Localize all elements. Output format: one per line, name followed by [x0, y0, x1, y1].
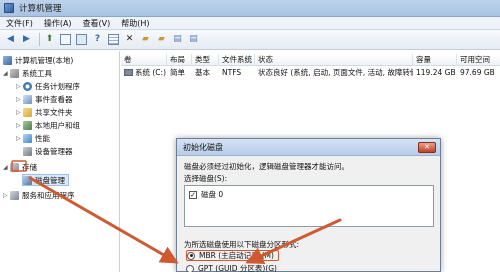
menu-bar: 文件(F) 操作(A) 查看(V) 帮助(H) — [0, 17, 500, 30]
column-header-type[interactable]: 类型 — [192, 54, 219, 66]
computer-icon — [3, 55, 12, 65]
initialize-disk-dialog: 初始化磁盘 ✕ 磁盘必须经过初始化，逻辑磁盘管理器才能访问。 选择磁盘(S): … — [176, 138, 441, 272]
folder-icon — [23, 107, 32, 117]
expand-triangle-icon[interactable]: ▷ — [16, 122, 23, 129]
disk-item-label: 磁盘 0 — [201, 190, 224, 199]
cell-type: 基本 — [195, 68, 210, 77]
open-icon[interactable]: ▰ — [139, 33, 152, 46]
tree-label: 设备管理器 — [35, 146, 73, 156]
event-log-icon — [23, 94, 32, 104]
expand-triangle-icon[interactable]: ▷ — [3, 192, 10, 199]
tools-icon — [10, 68, 19, 78]
toolbar: ◀ ▶ ⬆ ? ✕ ▰ ▰ ▤ ▤ — [0, 30, 500, 50]
menu-view[interactable]: 查看(V) — [83, 18, 111, 29]
tree-item-root[interactable]: 计算机管理(本地) — [3, 54, 73, 66]
gpt-radio[interactable] — [186, 264, 194, 272]
window-title: 计算机管理 — [19, 4, 62, 14]
tree-item-device-manager[interactable]: 设备管理器 — [23, 145, 73, 157]
show-hide-tree-icon[interactable] — [59, 33, 72, 46]
tree-item-performance[interactable]: ▷ 性能 — [16, 132, 50, 144]
tree-item-shared-folders[interactable]: ▷ 共享文件夹 — [16, 106, 73, 118]
collapse-triangle-icon[interactable]: ◢ — [3, 164, 10, 171]
partition-style-label: 为所选磁盘使用以下磁盘分区形式: — [184, 240, 300, 249]
tree-label: 存储 — [22, 162, 37, 172]
volume-icon — [124, 69, 133, 76]
collapse-triangle-icon[interactable]: ◢ — [3, 70, 10, 77]
tree-item-task-scheduler[interactable]: ▷ 任务计划程序 — [16, 80, 80, 92]
select-disk-label: 选择磁盘(S): — [184, 174, 228, 183]
dialog-message: 磁盘必须经过初始化，逻辑磁盘管理器才能访问。 — [184, 162, 349, 171]
column-header-filesystem[interactable]: 文件系统 — [219, 54, 255, 66]
tree-label: 任务计划程序 — [35, 81, 80, 91]
refresh-icon[interactable]: ▤ — [171, 33, 184, 46]
gpt-option[interactable]: GPT (GUID 分区表)(G) — [186, 263, 277, 272]
column-header-status[interactable]: 状态 — [255, 54, 413, 66]
new-icon[interactable]: ▰ — [155, 33, 168, 46]
expand-triangle-icon[interactable]: ▷ — [16, 135, 23, 142]
cell-free-space: 97.69 GB — [460, 68, 495, 77]
tree-item-event-viewer[interactable]: ▷ 事件查看器 — [16, 93, 73, 105]
cell-layout: 简单 — [170, 68, 185, 77]
mbr-radio[interactable] — [187, 251, 195, 260]
disk-icon — [23, 175, 32, 185]
dialog-title-bar: 初始化磁盘 — [177, 139, 440, 156]
expand-triangle-icon[interactable]: ▷ — [16, 109, 23, 116]
mbr-label: MBR (主启动记录)(M) — [199, 251, 274, 260]
expand-triangle-icon[interactable]: ▷ — [16, 96, 23, 103]
column-header-volume[interactable]: 卷 — [121, 54, 167, 66]
up-icon[interactable]: ⬆ — [43, 33, 56, 46]
table-row[interactable]: 系统 (C:) 简单 基本 NTFS 状态良好 (系统, 启动, 页面文件, 活… — [121, 67, 500, 79]
menu-action[interactable]: 操作(A) — [44, 18, 72, 29]
mbr-option[interactable]: MBR (主启动记录)(M) — [186, 250, 279, 261]
tree-label: 共享文件夹 — [35, 107, 73, 117]
tree-item-disk-management[interactable]: 磁盘管理 — [22, 174, 69, 186]
tree-item-storage[interactable]: ◢ 存储 — [3, 161, 37, 173]
tree-item-local-users[interactable]: ▷ 本地用户和组 — [16, 119, 80, 131]
tree-label: 计算机管理(本地) — [15, 55, 74, 65]
services-icon — [10, 190, 19, 200]
column-header-capacity[interactable]: 容量 — [413, 54, 457, 66]
tree-label: 性能 — [35, 133, 50, 143]
list-item[interactable]: ✓ 磁盘 0 — [189, 189, 223, 200]
cell-status: 状态良好 (系统, 启动, 页面文件, 活动, 故障转储, 主分区) — [258, 68, 413, 77]
tree-label: 本地用户和组 — [35, 120, 80, 130]
export-icon[interactable]: ▤ — [187, 33, 200, 46]
cell-capacity: 119.24 GB — [416, 68, 456, 77]
help-icon[interactable]: ? — [91, 33, 104, 46]
cell-volume: 系统 (C:) — [121, 67, 167, 79]
grid-icon[interactable] — [107, 33, 120, 46]
close-button[interactable]: ✕ — [418, 142, 436, 153]
menu-help[interactable]: 帮助(H) — [121, 18, 149, 29]
toolbar-separator — [39, 33, 40, 46]
tree-item-services[interactable]: ▷ 服务和应用程序 — [3, 189, 75, 201]
properties-icon[interactable] — [75, 33, 88, 46]
title-bar: 计算机管理 — [0, 0, 500, 17]
gpt-label: GPT (GUID 分区表)(G) — [198, 264, 277, 272]
cell-filesystem: NTFS — [222, 68, 242, 77]
forward-icon[interactable]: ▶ — [20, 33, 33, 46]
tree-item-system-tools[interactable]: ◢ 系统工具 — [3, 67, 52, 79]
back-icon[interactable]: ◀ — [4, 33, 17, 46]
menu-file[interactable]: 文件(F) — [6, 18, 33, 29]
navigation-tree: 计算机管理(本地) ◢ 系统工具 ▷ 任务计划程序 ▷ 事件查看器 ▷ 共享文件… — [0, 51, 120, 272]
column-header-free-space[interactable]: 可用空间 — [457, 54, 500, 66]
delete-icon[interactable]: ✕ — [123, 33, 136, 46]
dialog-title: 初始化磁盘 — [183, 143, 223, 152]
expand-triangle-icon[interactable]: ▷ — [16, 83, 23, 90]
clock-icon — [23, 81, 32, 91]
tree-label: 磁盘管理 — [35, 175, 65, 185]
tree-label: 事件查看器 — [35, 94, 73, 104]
tree-label: 系统工具 — [22, 68, 52, 78]
disk-checkbox[interactable]: ✓ — [189, 190, 197, 199]
disk-list[interactable]: ✓ 磁盘 0 — [184, 185, 434, 227]
computer-management-icon — [4, 3, 14, 13]
users-icon — [23, 120, 32, 130]
storage-icon — [10, 162, 19, 172]
device-manager-icon — [23, 146, 32, 156]
tree-label: 服务和应用程序 — [22, 190, 75, 200]
cell-volume-text: 系统 (C:) — [135, 68, 166, 77]
volume-list-header: 卷 布局 类型 文件系统 状态 容量 可用空间 — [121, 54, 500, 66]
performance-icon — [23, 133, 32, 143]
column-header-layout[interactable]: 布局 — [167, 54, 192, 66]
